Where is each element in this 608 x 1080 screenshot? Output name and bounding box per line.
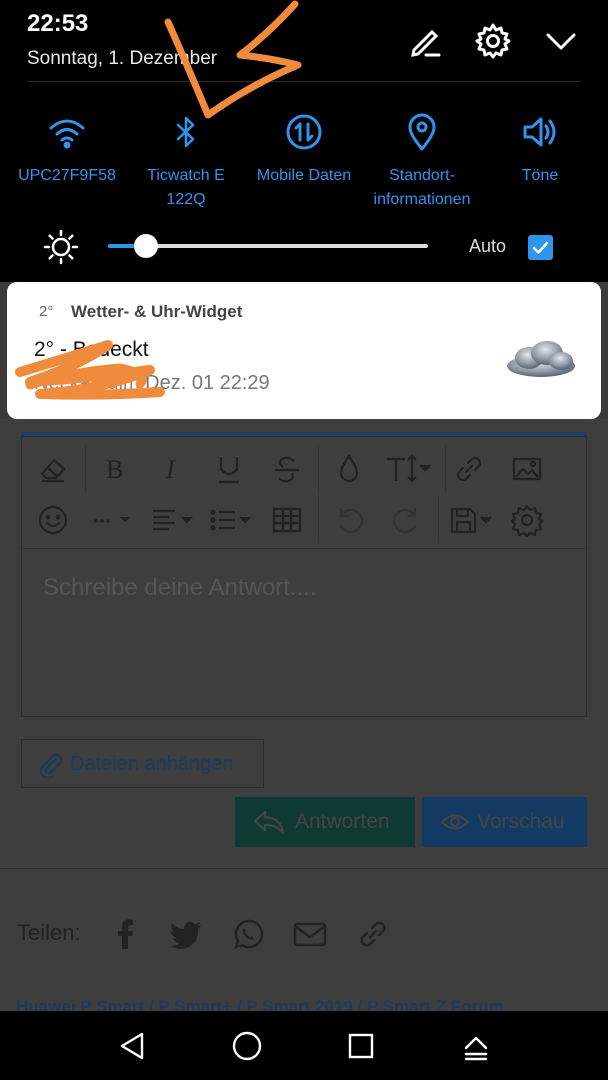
- weather-app-icon: 2°: [39, 303, 54, 320]
- bold-icon[interactable]: B: [98, 452, 132, 486]
- reply-editor: B I Schreibe deine Antwort....: [21, 436, 587, 717]
- undo-icon[interactable]: [332, 503, 366, 537]
- twitter-icon[interactable]: [168, 916, 204, 952]
- link-icon[interactable]: [452, 452, 486, 486]
- toolbar-separator: [438, 495, 439, 543]
- editor-toolbar-divider: [22, 548, 586, 549]
- preview-button[interactable]: Vorschau: [422, 797, 587, 847]
- share-label: Teilen:: [17, 920, 81, 945]
- auto-brightness-label: Auto: [469, 236, 507, 256]
- tile-mobile-data-label: Mobile Daten: [256, 167, 352, 184]
- weather-notification[interactable]: 2° Wetter- & Uhr-Widget 2° - Bedeckt Nec…: [7, 282, 601, 419]
- tile-wifi-label: UPC27F9F58: [18, 167, 116, 184]
- tile-location[interactable]: Standort-informationen: [362, 112, 482, 212]
- notification-title: 2° - Bedeckt: [34, 338, 149, 361]
- svg-text:I: I: [165, 455, 176, 484]
- more-icon[interactable]: [90, 503, 136, 537]
- edit-icon[interactable]: [406, 22, 444, 60]
- whatsapp-icon[interactable]: [230, 916, 266, 952]
- svg-text:B: B: [106, 455, 123, 484]
- tile-bluetooth-label: Ticwatch E 122Q: [147, 167, 225, 208]
- notification-location: Neckarsulm: [34, 372, 140, 394]
- forum-reply-page: B I Schreibe deine Antwort.... Dateien a…: [0, 419, 608, 1016]
- attach-files-button[interactable]: Dateien anhängen: [21, 739, 264, 788]
- image-icon[interactable]: [510, 452, 544, 486]
- quick-settings-panel: 22:53 Sonntag, 1. Dezember UPC27F9F58 Ti…: [0, 0, 608, 282]
- attach-files-label: Dateien anhängen: [70, 753, 234, 775]
- reply-button[interactable]: Antworten: [235, 797, 415, 847]
- text-size-icon[interactable]: [384, 452, 434, 486]
- color-drop-icon[interactable]: [332, 452, 366, 486]
- paperclip-icon: [39, 753, 63, 778]
- tile-wifi[interactable]: UPC27F9F58: [7, 112, 127, 188]
- notification-datetime: Dez. 01 22:29: [145, 372, 270, 394]
- brightness-sun-icon: [42, 228, 80, 266]
- notification-shade-icon[interactable]: [458, 1028, 494, 1064]
- table-icon[interactable]: [270, 503, 304, 537]
- location-icon: [408, 113, 436, 151]
- list-icon[interactable]: [208, 503, 254, 537]
- share-link-icon[interactable]: [355, 916, 391, 952]
- tile-sound[interactable]: Töne: [480, 112, 600, 188]
- settings-gear-icon[interactable]: [474, 22, 512, 60]
- facebook-icon[interactable]: [107, 916, 143, 952]
- sound-icon: [523, 117, 556, 147]
- redo-icon[interactable]: [390, 503, 424, 537]
- collapse-chevron-icon[interactable]: [542, 22, 580, 60]
- reply-arrow-icon: [253, 810, 285, 835]
- tile-sound-label: Töne: [521, 167, 559, 184]
- recents-icon[interactable]: [343, 1028, 379, 1064]
- tile-mobile-data[interactable]: Mobile Daten: [244, 112, 364, 188]
- strikethrough-icon[interactable]: [270, 452, 304, 486]
- preview-button-label: Vorschau: [477, 810, 565, 833]
- notification-subtitle: Neckarsulm Dez. 01 22:29: [34, 372, 270, 395]
- shade-divider: [27, 81, 581, 82]
- checkmark-icon: [532, 241, 549, 254]
- email-icon[interactable]: [292, 916, 328, 952]
- status-time: 22:53: [27, 10, 89, 37]
- brightness-slider-thumb[interactable]: [134, 234, 158, 258]
- navigation-bar: [0, 1011, 608, 1080]
- save-icon[interactable]: [448, 503, 494, 537]
- status-date: Sonntag, 1. Dezember: [27, 48, 218, 69]
- underline-icon[interactable]: [212, 452, 246, 486]
- auto-brightness-checkbox[interactable]: [528, 235, 553, 260]
- back-icon[interactable]: [114, 1028, 150, 1064]
- bluetooth-icon: [176, 116, 195, 148]
- italic-icon[interactable]: I: [155, 452, 189, 486]
- eye-icon: [440, 814, 470, 830]
- wifi-icon: [49, 119, 85, 149]
- reply-text-area[interactable]: Schreibe deine Antwort....: [43, 574, 317, 602]
- page-divider: [0, 868, 608, 869]
- gear-icon[interactable]: [510, 503, 544, 537]
- brightness-slider[interactable]: [108, 234, 428, 258]
- eraser-icon[interactable]: [36, 452, 70, 486]
- emoji-icon[interactable]: [36, 503, 70, 537]
- home-icon[interactable]: [229, 1028, 265, 1064]
- reply-button-label: Antworten: [295, 810, 390, 833]
- toolbar-separator: [445, 445, 446, 493]
- tile-location-label: Standort-informationen: [373, 167, 471, 208]
- tile-bluetooth[interactable]: Ticwatch E 122Q: [126, 112, 246, 212]
- toolbar-separator: [318, 495, 319, 543]
- align-icon[interactable]: [150, 503, 196, 537]
- cloud-icon: [507, 341, 575, 377]
- toolbar-separator: [85, 445, 86, 493]
- mobile-data-icon: [286, 114, 322, 150]
- notification-app-name: Wetter- & Uhr-Widget: [71, 302, 243, 321]
- toolbar-separator: [318, 445, 319, 493]
